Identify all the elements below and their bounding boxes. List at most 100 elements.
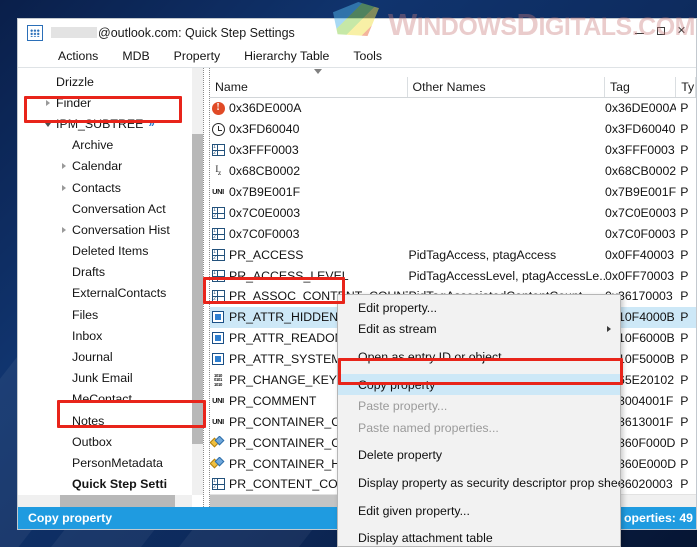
tree-node-mecontact[interactable]: MeContact	[18, 389, 192, 410]
status-left-text: Copy property	[28, 511, 113, 525]
context-menu-item-copy-property[interactable]: Copy property	[338, 373, 620, 396]
close-button[interactable]: ✕	[671, 22, 692, 40]
page-title: @outlook.com: Quick Step Settings	[51, 26, 295, 40]
cell-type: P	[680, 414, 689, 429]
tree-node-finder[interactable]: Finder	[18, 92, 192, 113]
property-name: PR_ATTR_SYSTEM	[229, 352, 342, 367]
cell-other-names: PidTagAccess, ptagAccess	[408, 247, 557, 262]
tree-node-label: Notes	[72, 413, 105, 428]
tree-node-label: PersonMetadata	[72, 455, 163, 470]
number-icon: 12	[210, 477, 226, 491]
tree-node-inbox[interactable]: Inbox	[18, 325, 192, 346]
tree-node-quick-step-setti[interactable]: Quick Step Setti	[18, 474, 192, 495]
binary-icon: 1010 0101 1010	[213, 374, 223, 387]
chevron-down-icon[interactable]	[40, 121, 56, 127]
menu-item-label: Copy property	[358, 377, 436, 392]
property-name: 0x3FD60040	[229, 122, 300, 137]
menu-property[interactable]: Property	[162, 48, 232, 65]
tree-node-label: Files	[72, 307, 99, 322]
pane-splitter[interactable]	[203, 68, 210, 507]
tree-node-ipm-subtree[interactable]: IPM_SUBTREE »	[18, 113, 192, 134]
cell-tag: 0x0FF40003	[605, 247, 675, 262]
context-menu-item-open-as-entry-id-or-object[interactable]: Open as entry ID or object	[338, 346, 620, 368]
column-header-ty[interactable]: Ty	[676, 77, 696, 97]
cell-name: 1 2 0x7C0F0003	[210, 227, 408, 241]
tree-node-label: Junk Email	[72, 371, 133, 386]
table-row[interactable]: 1 2 0x7C0E0003 0x7C0E0003 P	[210, 202, 696, 223]
column-header-tag[interactable]: Tag	[605, 77, 677, 97]
context-menu-item-delete-property[interactable]: Delete property	[338, 445, 620, 467]
cell-type: P	[680, 205, 689, 220]
property-name: 0x68CB0002	[229, 164, 301, 179]
minimize-button[interactable]	[629, 22, 650, 40]
table-row[interactable]: 1 2 0x3FFF0003 0x3FFF0003 P	[210, 140, 696, 161]
context-menu-item-edit-as-stream[interactable]: Edit as stream	[338, 319, 620, 341]
tree-list: Drizzle Finder IPM_SUBTREE » Archive Calendar…	[18, 68, 192, 495]
context-menu-item-edit-property[interactable]: Edit property...	[338, 297, 620, 319]
tree-node-drafts[interactable]: Drafts	[18, 262, 192, 283]
cell-name: 1 2 PR_ACCESS_LEVEL	[210, 269, 408, 283]
unicode-icon: UNI	[212, 417, 224, 427]
cell-tag: 0x7C0F0003	[605, 226, 676, 241]
cell-type: P	[680, 226, 689, 241]
table-row[interactable]: 1 2 PR_ACCESS_LEVEL PidTagAccessLevel, ptag…	[210, 265, 696, 286]
column-header-name[interactable]: Name	[210, 77, 408, 97]
menu-actions[interactable]: Actions	[46, 48, 110, 65]
tree-node-personmetadata[interactable]: PersonMetadata	[18, 452, 192, 473]
tree-node-externalcontacts[interactable]: ExternalContacts	[18, 283, 192, 304]
redacted-account-name	[51, 26, 97, 38]
table-row[interactable]: 0x3FD60040 0x3FD60040 P	[210, 119, 696, 140]
chevron-right-icon[interactable]	[56, 184, 72, 191]
column-header-other-names[interactable]: Other Names	[408, 77, 606, 97]
table-row[interactable]: 1 2 PR_ACCESS PidTagAccess, ptagAccess 0x0FF…	[210, 244, 696, 265]
tree-node-label: Outbox	[72, 434, 112, 449]
table-row[interactable]: ! 0x36DE000A 0x36DE000A P	[210, 98, 696, 119]
cell-type: P	[680, 393, 689, 408]
cell-type: P	[680, 289, 689, 304]
table-row[interactable]: 1 2 0x7C0F0003 0x7C0F0003 P	[210, 223, 696, 244]
tree-node-junk-email[interactable]: Junk Email	[18, 368, 192, 389]
tree-node-label: Inbox	[72, 328, 103, 343]
number-icon: 12	[210, 227, 226, 241]
tree-node-calendar[interactable]: Calendar	[18, 156, 192, 177]
unicode-icon: UNI	[212, 187, 224, 197]
context-menu-item-display-property-as-security-descriptor-prop-sheet[interactable]: Display property as security descriptor …	[338, 472, 620, 494]
maximize-button[interactable]	[650, 22, 671, 40]
tree-horizontal-scrollbar[interactable]	[18, 495, 192, 507]
context-menu-item-edit-given-property[interactable]: Edit given property...	[338, 500, 620, 522]
table-row[interactable]: UNI 0x7B9E001F 0x7B9E001F P	[210, 182, 696, 203]
tree-node-journal[interactable]: Journal	[18, 346, 192, 367]
menu-tools[interactable]: Tools	[341, 48, 394, 65]
tree-node-label: Drizzle	[56, 74, 94, 89]
menu-item-label: Edit property...	[358, 300, 438, 315]
property-context-menu: Edit property... Edit as stream Open as en…	[337, 294, 621, 547]
property-name: 0x36DE000A	[229, 101, 302, 116]
cell-type: P	[680, 435, 689, 450]
tree-node-files[interactable]: Files	[18, 304, 192, 325]
cell-other-names: PidTagAccessLevel, ptagAccessLe...	[408, 268, 606, 283]
cell-name: 0x3FD60040	[210, 122, 408, 136]
title-bar[interactable]: @outlook.com: Quick Step Settings ✕	[18, 19, 696, 46]
tree-node-drizzle[interactable]: Drizzle	[18, 71, 192, 92]
menu-mdb[interactable]: MDB	[110, 48, 161, 65]
context-menu-item-display-attachment-table[interactable]: Display attachment table	[338, 527, 620, 546]
tree-node-notes[interactable]: Notes	[18, 410, 192, 431]
chevron-right-icon[interactable]	[56, 163, 72, 170]
chevron-right-icon[interactable]	[40, 99, 56, 106]
tree-node-conversation-act[interactable]: Conversation Act	[18, 198, 192, 219]
property-name: PR_COMMENT	[229, 393, 317, 408]
cell-name: 1 2 0x3FFF0003	[210, 143, 408, 157]
menu-item-label: Edit given property...	[358, 503, 470, 518]
tree-node-outbox[interactable]: Outbox	[18, 431, 192, 452]
tree-node-deleted-items[interactable]: Deleted Items	[18, 241, 192, 262]
hierarchy-tree-pane: Drizzle Finder IPM_SUBTREE » Archive Calendar…	[18, 68, 203, 507]
tree-node-archive[interactable]: Archive	[18, 135, 192, 156]
tree-node-conversation-hist[interactable]: Conversation Hist	[18, 219, 192, 240]
tree-vertical-scrollbar[interactable]	[192, 68, 203, 495]
chevron-right-icon[interactable]	[56, 226, 72, 233]
menu-hierarchy-table[interactable]: Hierarchy Table	[232, 48, 341, 65]
tree-node-contacts[interactable]: Contacts	[18, 177, 192, 198]
table-row[interactable]: Iz 0x68CB0002 0x68CB0002 P	[210, 161, 696, 182]
cell-tag: 0x0FF70003	[605, 268, 675, 283]
object-icon	[210, 435, 226, 450]
